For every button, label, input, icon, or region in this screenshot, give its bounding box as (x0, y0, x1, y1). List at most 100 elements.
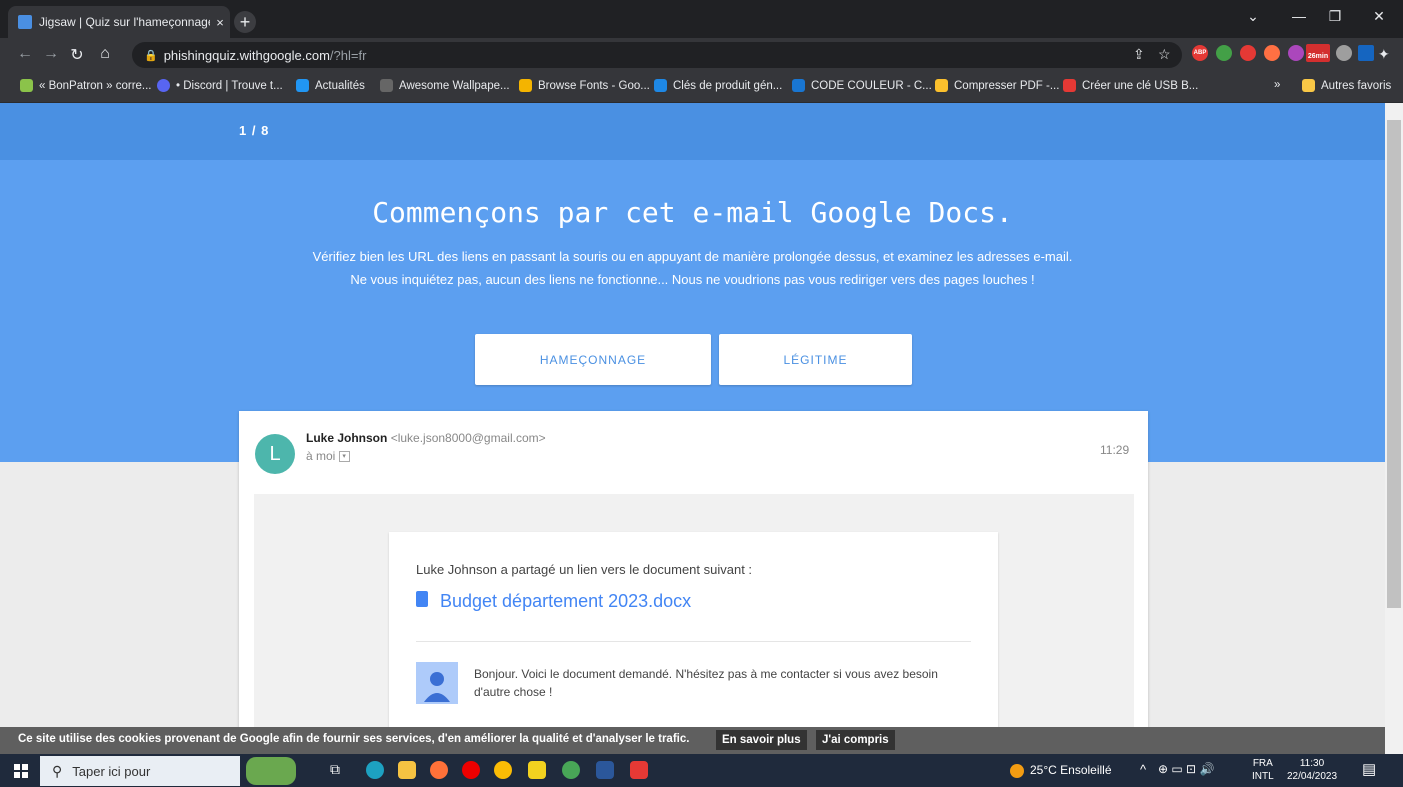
clock-date: 22/04/2023 (1286, 771, 1338, 782)
bookmark-item[interactable]: Clés de produit gén... (654, 79, 782, 92)
opera-icon[interactable] (462, 761, 480, 779)
site-favicon-icon (18, 15, 32, 29)
bookmark-item[interactable]: Compresser PDF -... (935, 79, 1059, 92)
weather-text[interactable]: 25°C Ensoleillé (1030, 763, 1112, 777)
address-bar[interactable]: 🔒 phishingquiz.withgoogle.com /?hl=fr (132, 42, 1182, 68)
question-counter: 1 / 8 (239, 123, 270, 138)
bookmark-item[interactable]: Actualités (296, 79, 365, 92)
new-tab-button[interactable]: + (234, 11, 256, 33)
extension-icon[interactable] (1288, 45, 1304, 61)
language-indicator[interactable]: FRA INTL (1252, 757, 1274, 783)
google-docs-icon (416, 591, 428, 607)
extension-icon[interactable] (1336, 45, 1352, 61)
forward-icon[interactable]: → (40, 45, 62, 63)
utorrent-icon[interactable] (562, 761, 580, 779)
edge-browser-icon[interactable] (366, 761, 384, 779)
adblock-extension-icon[interactable]: ABP (1192, 45, 1208, 61)
learn-more-button[interactable]: En savoir plus (716, 730, 807, 750)
restore-button[interactable]: ❐ (1320, 8, 1350, 25)
download-extension-icon[interactable] (1216, 45, 1232, 61)
bookmark-star-icon[interactable]: ☆ (1158, 46, 1171, 63)
bookmark-favicon-icon (20, 79, 33, 92)
back-icon[interactable]: ← (14, 45, 36, 63)
lock-icon[interactable]: 🔒 (144, 49, 158, 62)
bookmark-label: Créer une clé USB B... (1082, 79, 1199, 92)
windows-start-icon[interactable] (14, 764, 28, 781)
firefox-icon[interactable] (430, 761, 448, 779)
app-icon[interactable] (630, 761, 648, 779)
sticky-notes-icon[interactable] (528, 761, 546, 779)
word-icon[interactable] (596, 761, 614, 779)
extension-icon[interactable] (1358, 45, 1374, 61)
home-icon[interactable]: ⌂ (94, 45, 116, 63)
bookmark-item[interactable]: Créer une clé USB B... (1063, 79, 1198, 92)
recipient-label: à moi (306, 449, 336, 463)
bookmark-item[interactable]: Awesome Wallpape... (380, 79, 510, 92)
minimize-button[interactable]: — (1284, 8, 1314, 24)
bookmark-label: CODE COULEUR - C... (811, 79, 932, 92)
bookmark-favicon-icon (157, 79, 170, 92)
chrome-icon[interactable] (494, 761, 512, 779)
email-sender[interactable]: Luke Johnson <luke.json8000@gmail.com> (306, 431, 546, 445)
system-tray-icons[interactable]: ⊕ ▭ ⊡ 🔊 (1158, 762, 1214, 776)
file-explorer-icon[interactable] (398, 761, 416, 779)
extensions-puzzle-icon[interactable]: ✦ (1378, 46, 1390, 63)
task-view-icon[interactable]: ⧉ (330, 761, 348, 779)
bookmark-favicon-icon (935, 79, 948, 92)
notifications-icon[interactable]: ▤ (1362, 760, 1376, 778)
tab-close-icon[interactable]: × (210, 15, 230, 30)
bookmark-favicon-icon (380, 79, 393, 92)
bookmark-item[interactable]: CODE COULEUR - C... (792, 79, 932, 92)
taskbar-search-box[interactable]: ⚲ Taper ici pour (40, 756, 240, 786)
timer-extension-icon[interactable]: 26min (1306, 44, 1330, 62)
page-title: Commençons par cet e-mail Google Docs. (372, 196, 1013, 229)
folder-icon (1302, 79, 1315, 92)
url-host: phishingquiz.withgoogle.com (163, 47, 330, 63)
user-avatar-icon (416, 662, 458, 704)
stop-extension-icon[interactable] (1240, 45, 1256, 61)
language-code: FRA (1252, 758, 1273, 769)
bookmark-item[interactable]: Browse Fonts - Goo... (519, 79, 650, 92)
search-highlight-icon[interactable] (246, 757, 296, 785)
extension-icon[interactable] (1264, 45, 1280, 61)
recipient-details-dropdown-icon[interactable]: ▾ (338, 451, 350, 463)
weather-icon[interactable] (1010, 764, 1024, 778)
bookmark-item[interactable]: • Discord | Trouve t... (157, 79, 283, 92)
bookmarks-overflow-button[interactable]: » (1274, 79, 1280, 91)
reload-icon[interactable]: ↻ (66, 45, 88, 65)
divider (416, 641, 971, 642)
accept-cookies-button[interactable]: J'ai compris (816, 730, 895, 750)
email-recipient[interactable]: à moi ▾ (306, 449, 350, 463)
legitimate-button[interactable]: LÉGITIME (719, 334, 912, 385)
other-bookmarks-folder[interactable]: Autres favoris (1302, 79, 1391, 92)
bookmark-favicon-icon (1063, 79, 1076, 92)
close-window-button[interactable]: ✕ (1364, 8, 1394, 25)
bookmark-favicon-icon (519, 79, 532, 92)
bookmark-label: Actualités (315, 79, 365, 92)
browser-tab[interactable]: Jigsaw | Quiz sur l'hameçonnage × (8, 6, 230, 38)
bookmark-item[interactable]: « BonPatron » corre... (20, 79, 152, 92)
quiz-progress-band (0, 103, 1385, 160)
share-message: Luke Johnson a partagé un lien vers le d… (416, 562, 753, 577)
bookmark-label: Clés de produit gén... (673, 79, 783, 92)
bookmark-favicon-icon (296, 79, 309, 92)
bookmark-label: Browse Fonts - Goo... (538, 79, 650, 92)
url-path: /?hl=fr (329, 47, 367, 63)
tray-chevron-icon[interactable]: ^ (1140, 762, 1146, 777)
phishing-button[interactable]: HAMEÇONNAGE (475, 334, 711, 385)
sender-email[interactable]: <luke.json8000@gmail.com> (391, 431, 546, 445)
keyboard-layout: INTL (1252, 771, 1274, 782)
bookmark-label: Awesome Wallpape... (399, 79, 510, 92)
tab-search-icon[interactable]: ⌄ (1238, 8, 1268, 25)
sender-avatar: L (255, 434, 295, 474)
document-link[interactable]: Budget département 2023.docx (440, 591, 691, 612)
bookmark-label: • Discord | Trouve t... (176, 79, 283, 92)
search-icon: ⚲ (52, 762, 63, 779)
clock-time: 11:30 (1299, 758, 1325, 769)
bookmark-label: Compresser PDF -... (954, 79, 1060, 92)
bookmark-label: « BonPatron » corre... (39, 79, 152, 92)
scrollbar-thumb[interactable] (1387, 120, 1401, 608)
taskbar-clock[interactable]: 11:30 22/04/2023 (1284, 757, 1340, 783)
share-icon[interactable]: ⇪ (1133, 46, 1145, 63)
bookmark-favicon-icon (792, 79, 805, 92)
